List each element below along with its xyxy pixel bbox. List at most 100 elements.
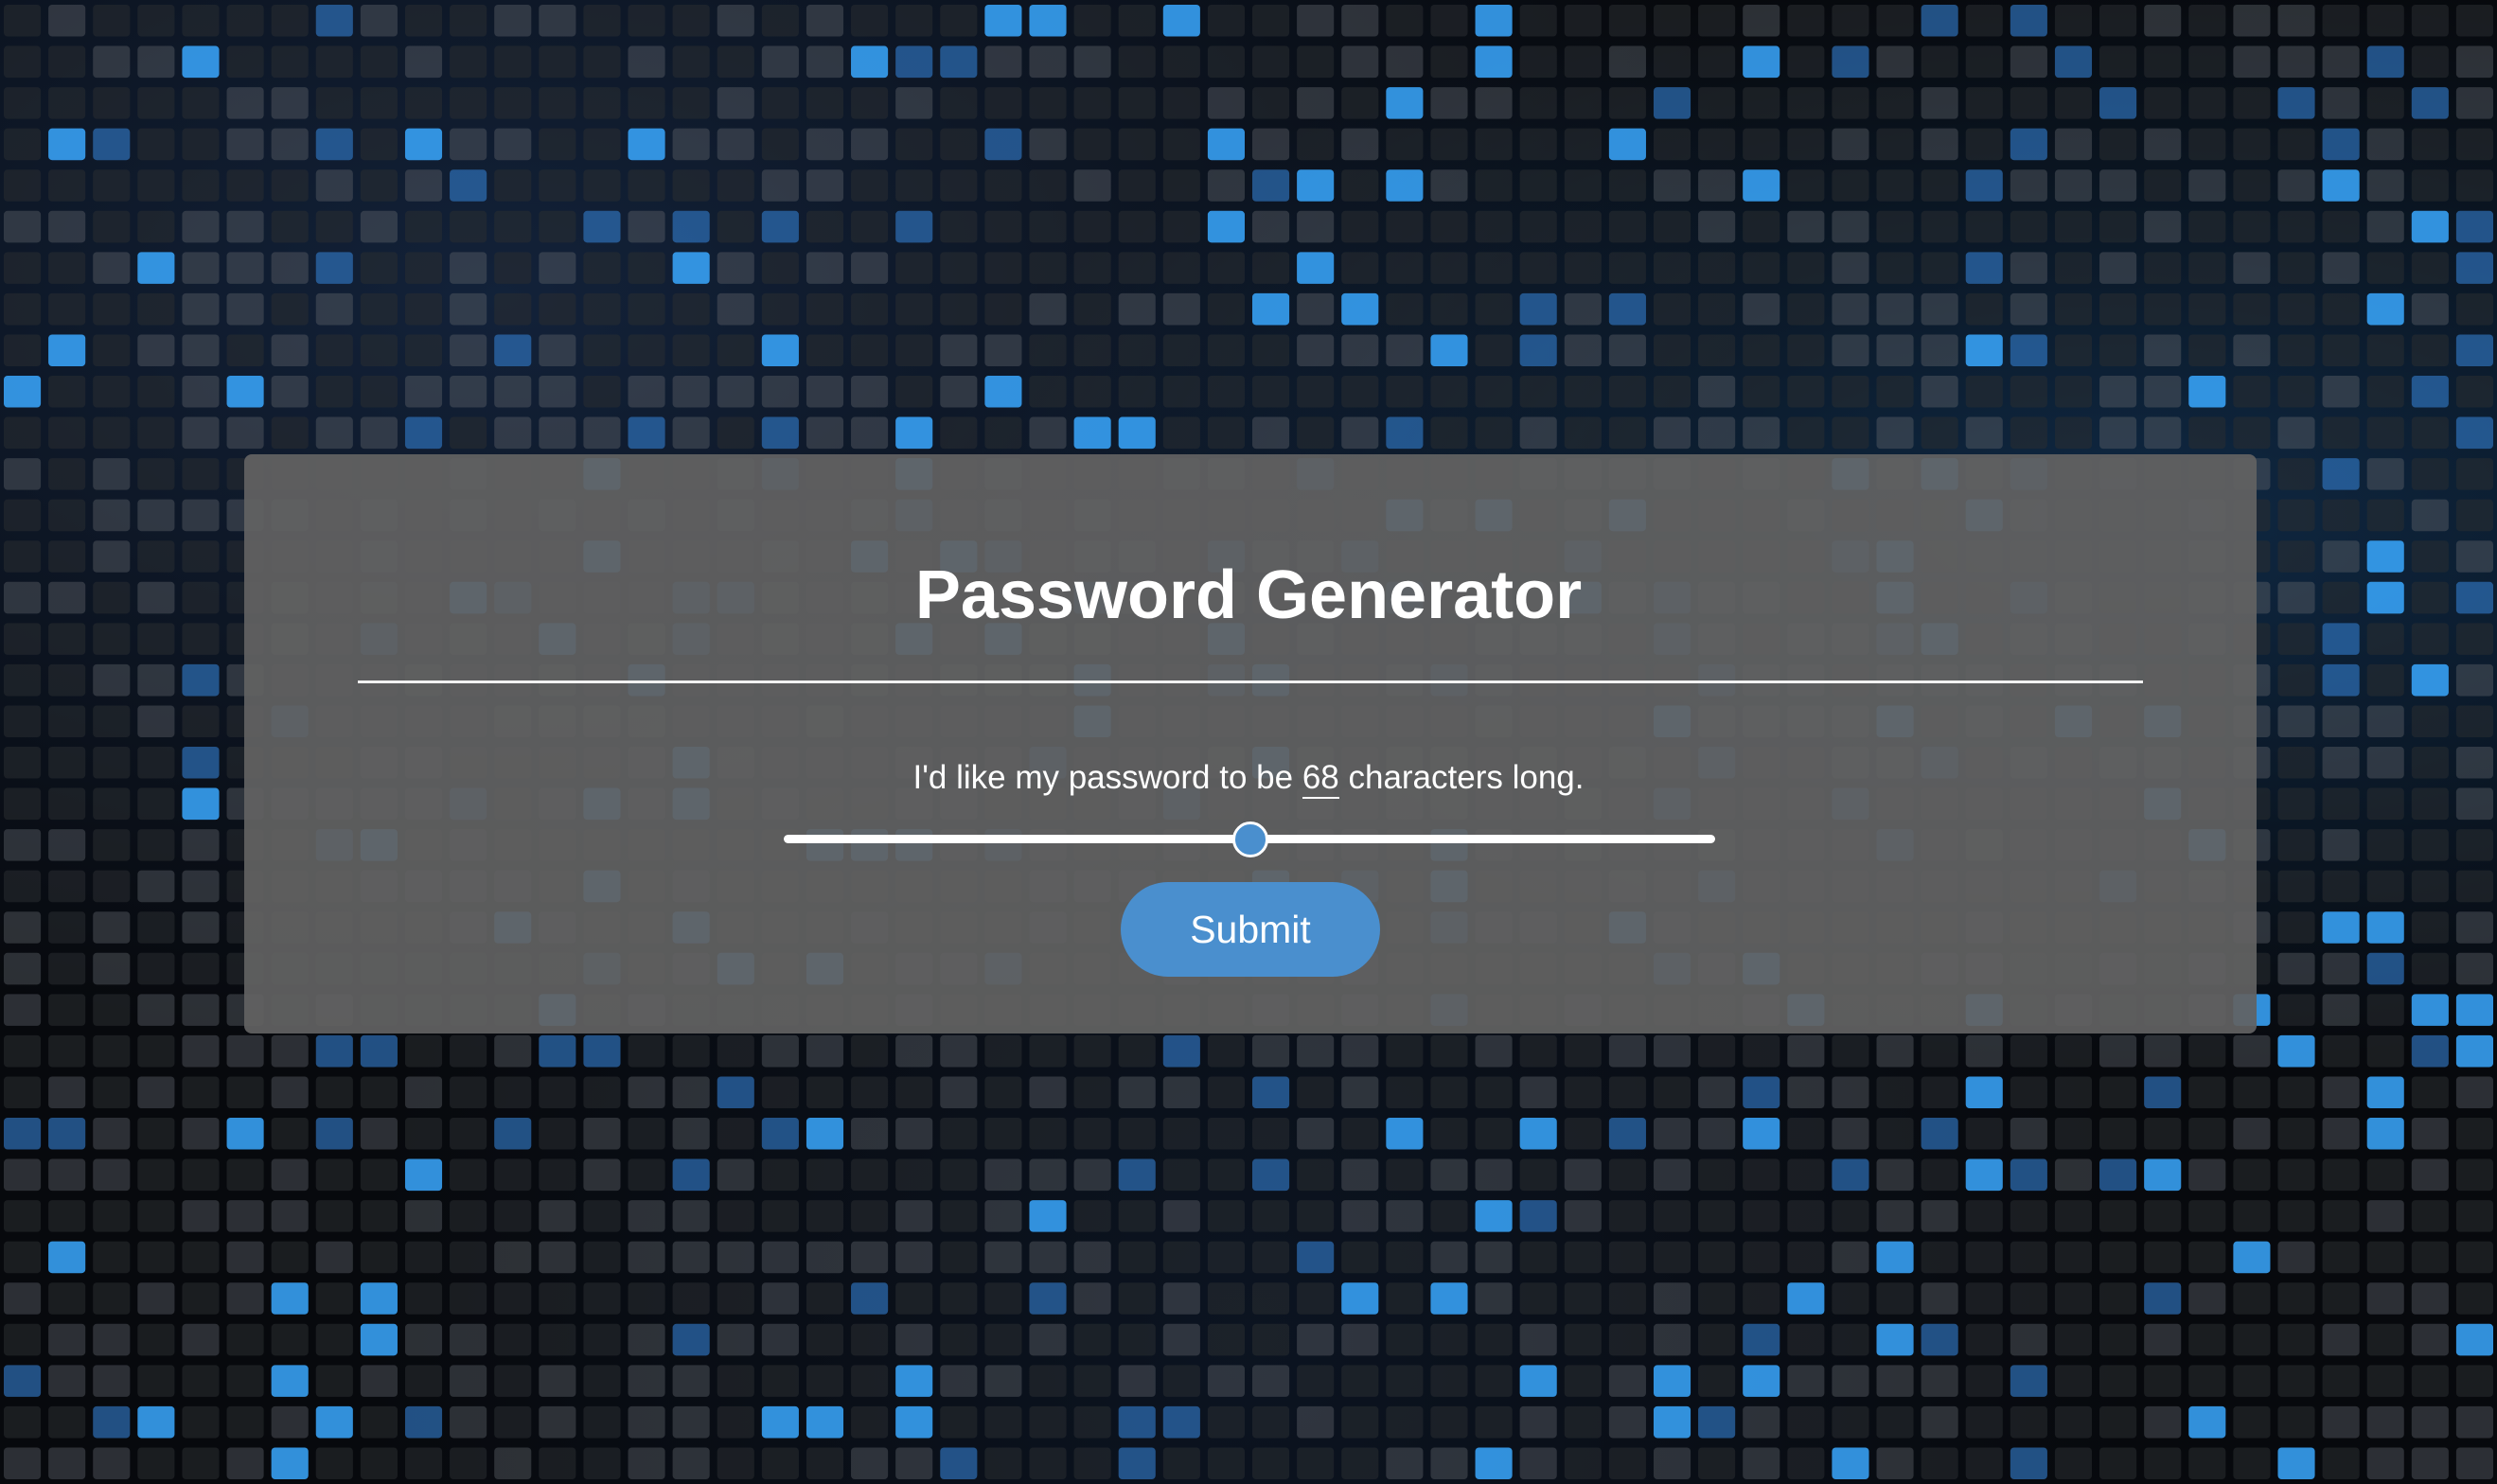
background-tile xyxy=(93,1158,131,1192)
background-tile xyxy=(1386,1118,1424,1150)
background-tile xyxy=(1564,376,1602,408)
background-tile xyxy=(1519,1241,1557,1274)
background-tile xyxy=(2455,1365,2493,1397)
background-tile xyxy=(1743,1118,1780,1150)
background-tile xyxy=(226,1200,264,1232)
background-tile xyxy=(2322,416,2360,450)
background-tile xyxy=(895,5,933,37)
background-tile xyxy=(271,1118,309,1150)
background-tile xyxy=(1430,128,1468,161)
background-tile xyxy=(1787,1158,1825,1192)
background-tile xyxy=(360,292,398,326)
background-tile xyxy=(2277,1076,2315,1108)
background-tile xyxy=(2277,128,2315,161)
background-tile xyxy=(539,45,576,79)
background-tile xyxy=(2099,5,2137,37)
background-tile xyxy=(2277,5,2315,37)
background-tile xyxy=(1430,1034,1468,1068)
background-tile xyxy=(2144,252,2182,284)
background-tile xyxy=(851,1405,889,1439)
background-tile xyxy=(2411,45,2449,79)
background-tile xyxy=(2233,1158,2271,1192)
background-tile xyxy=(2099,45,2137,79)
background-tile xyxy=(2277,292,2315,326)
background-tile xyxy=(672,1282,710,1315)
background-tile xyxy=(182,376,220,408)
background-tile xyxy=(940,87,978,119)
background-tile xyxy=(1297,1405,1335,1439)
background-tile xyxy=(2233,128,2271,161)
background-tile xyxy=(851,87,889,119)
background-tile xyxy=(2099,1323,2137,1356)
background-tile xyxy=(1029,1241,1067,1274)
background-tile xyxy=(404,1034,443,1068)
background-tile xyxy=(48,663,86,697)
background-tile xyxy=(1743,1158,1780,1192)
background-tile xyxy=(1162,1365,1200,1397)
background-tile xyxy=(1876,1118,1914,1150)
background-tile xyxy=(806,169,844,202)
background-tile xyxy=(1341,292,1379,326)
background-tile xyxy=(1118,416,1156,450)
slider-thumb[interactable] xyxy=(1232,822,1268,857)
background-tile xyxy=(895,1241,933,1274)
background-tile xyxy=(806,376,844,408)
background-tile xyxy=(450,169,487,202)
background-tile xyxy=(2010,5,2047,37)
background-tile xyxy=(404,1241,443,1274)
background-tile xyxy=(137,1241,175,1274)
background-tile xyxy=(2099,1200,2137,1232)
background-tile xyxy=(2455,128,2493,161)
background-tile xyxy=(1162,1323,1200,1356)
background-tile xyxy=(1876,376,1914,408)
background-tile xyxy=(2188,292,2226,326)
background-tile xyxy=(1118,1323,1156,1356)
background-tile xyxy=(1564,416,1602,450)
background-tile xyxy=(583,128,621,161)
background-tile xyxy=(2322,499,2360,532)
background-tile xyxy=(1608,376,1646,408)
background-tile xyxy=(1252,1241,1290,1274)
background-tile xyxy=(2366,416,2404,450)
background-tile xyxy=(1564,1282,1602,1315)
background-tile xyxy=(1787,1076,1825,1108)
length-slider[interactable] xyxy=(784,822,1715,857)
background-tile xyxy=(1162,210,1200,243)
background-tile xyxy=(271,1282,309,1315)
background-tile xyxy=(2411,870,2449,903)
background-tile xyxy=(1965,292,2003,326)
background-tile xyxy=(1698,1365,1736,1397)
background-tile xyxy=(1475,252,1513,284)
background-tile xyxy=(1386,252,1424,284)
background-tile xyxy=(1608,1365,1646,1397)
background-tile xyxy=(1608,1405,1646,1439)
background-tile xyxy=(137,1405,175,1439)
background-tile xyxy=(583,1405,621,1439)
background-tile xyxy=(717,1076,754,1108)
background-tile xyxy=(1743,45,1780,79)
background-tile xyxy=(182,870,220,903)
submit-button[interactable]: Submit xyxy=(1121,882,1380,977)
background-tile xyxy=(2322,252,2360,284)
background-tile xyxy=(1876,87,1914,119)
background-tile xyxy=(2099,1365,2137,1397)
background-tile xyxy=(93,1282,131,1315)
background-tile xyxy=(1876,334,1914,366)
background-tile xyxy=(137,5,175,37)
background-tile xyxy=(360,334,398,366)
background-tile xyxy=(583,1200,621,1232)
background-tile xyxy=(2010,1282,2047,1315)
background-tile xyxy=(404,210,443,243)
background-tile xyxy=(583,1447,621,1479)
background-tile xyxy=(1564,1034,1602,1068)
background-tile xyxy=(4,87,42,119)
background-tile xyxy=(1743,292,1780,326)
background-tile xyxy=(2277,1365,2315,1397)
background-tile xyxy=(2099,252,2137,284)
background-tile xyxy=(1965,128,2003,161)
background-tile xyxy=(1564,1200,1602,1232)
background-tile xyxy=(182,1405,220,1439)
background-tile xyxy=(2322,1034,2360,1068)
background-tile xyxy=(1118,1447,1156,1479)
background-tile xyxy=(672,87,710,119)
